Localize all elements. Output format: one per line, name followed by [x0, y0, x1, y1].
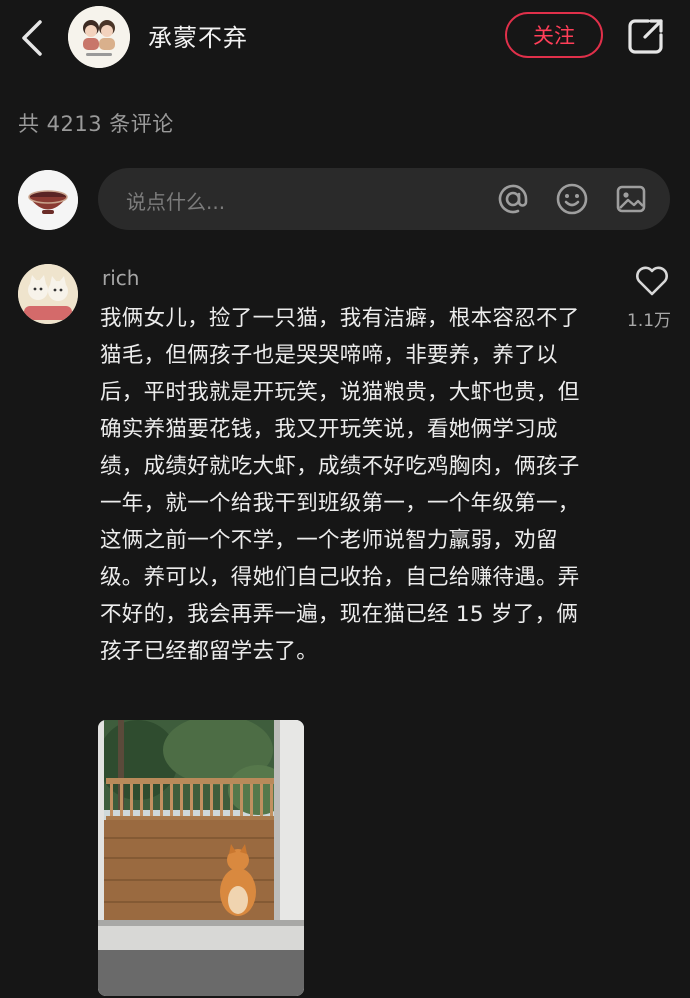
- commenter-username[interactable]: rich: [102, 266, 139, 290]
- my-avatar[interactable]: [18, 170, 78, 230]
- at-icon: [498, 184, 528, 214]
- follow-button[interactable]: 关注: [505, 12, 603, 58]
- commenter-avatar[interactable]: [18, 264, 78, 324]
- comment-count: 共 4213 条评论: [18, 112, 174, 136]
- back-icon: [22, 20, 42, 56]
- cats-avatar-image: [18, 264, 78, 324]
- heart-icon: [636, 266, 668, 296]
- like-count: 1.1万: [627, 311, 672, 331]
- comment-text: 我俩女儿，捡了一只猫，我有洁癖，根本容忍不了猫毛，但俩孩子也是哭哭啼啼，非要养，…: [100, 306, 580, 664]
- image-icon: [616, 185, 646, 213]
- comment-photo[interactable]: [98, 720, 304, 996]
- bowl-avatar-image: [18, 170, 78, 230]
- like-button[interactable]: [634, 264, 670, 298]
- emoji-icon: [556, 183, 588, 215]
- emoji-button[interactable]: [555, 182, 589, 216]
- author-avatar-illustration: [68, 6, 130, 68]
- share-icon: [628, 19, 663, 54]
- share-button[interactable]: [626, 16, 666, 56]
- comment-input-placeholder: 说点什么...: [126, 190, 226, 214]
- cat-at-window-photo: [98, 720, 304, 996]
- comment-input[interactable]: 说点什么...: [98, 168, 670, 230]
- back-button[interactable]: [14, 16, 54, 60]
- image-button[interactable]: [614, 182, 648, 216]
- author-avatar[interactable]: [68, 6, 130, 68]
- mention-button[interactable]: [496, 182, 530, 216]
- author-name[interactable]: 承蒙不弃: [148, 18, 248, 53]
